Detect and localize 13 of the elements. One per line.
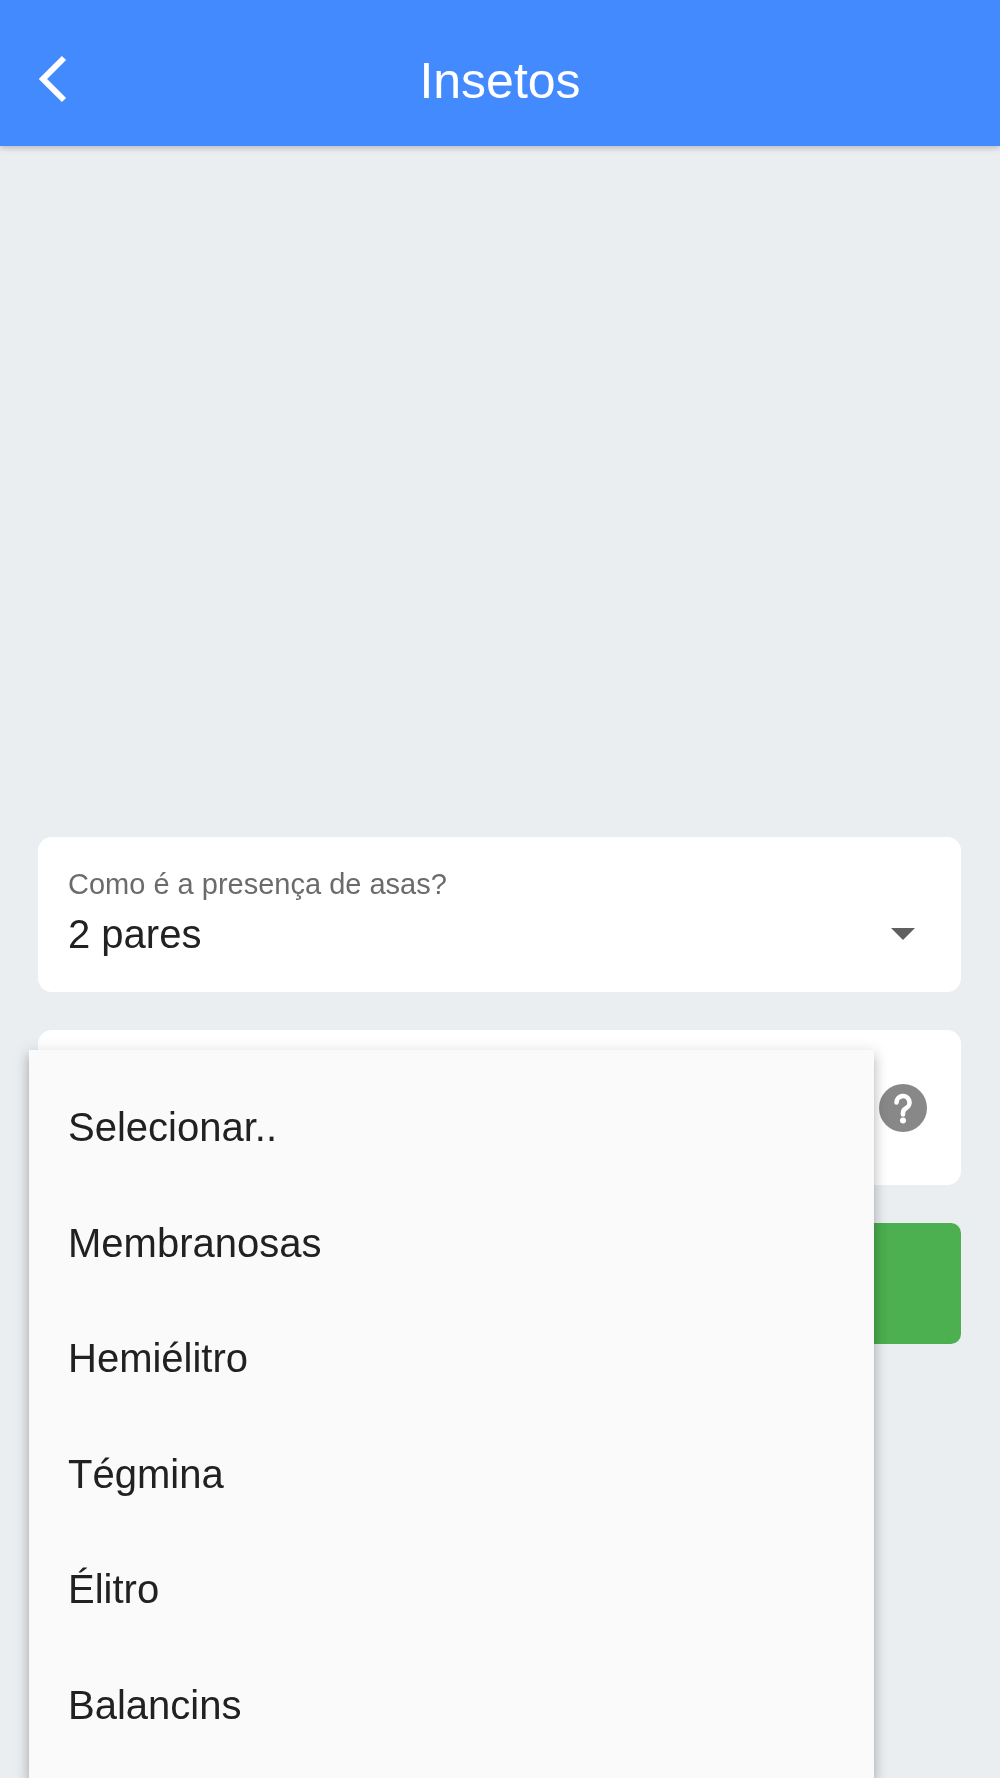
menu-option[interactable]: Hemiélitro: [29, 1301, 874, 1417]
back-button[interactable]: [38, 55, 68, 103]
menu-option[interactable]: Élitro: [29, 1532, 874, 1648]
menu-option[interactable]: Tégmina: [29, 1416, 874, 1532]
field-value: 2 pares: [68, 911, 203, 958]
back-icon: [38, 55, 68, 103]
help-icon[interactable]: [879, 1083, 927, 1132]
screen-title: Insetos: [419, 52, 581, 110]
menu-option[interactable]: Selecionar..: [29, 1070, 874, 1186]
select-field[interactable]: Como é a presença de asas? 2 pares: [38, 837, 961, 992]
field-label: Como é a presença de asas?: [68, 867, 448, 901]
menu-option[interactable]: Balancins: [29, 1647, 874, 1763]
menu-option[interactable]: Membranosas: [29, 1185, 874, 1301]
